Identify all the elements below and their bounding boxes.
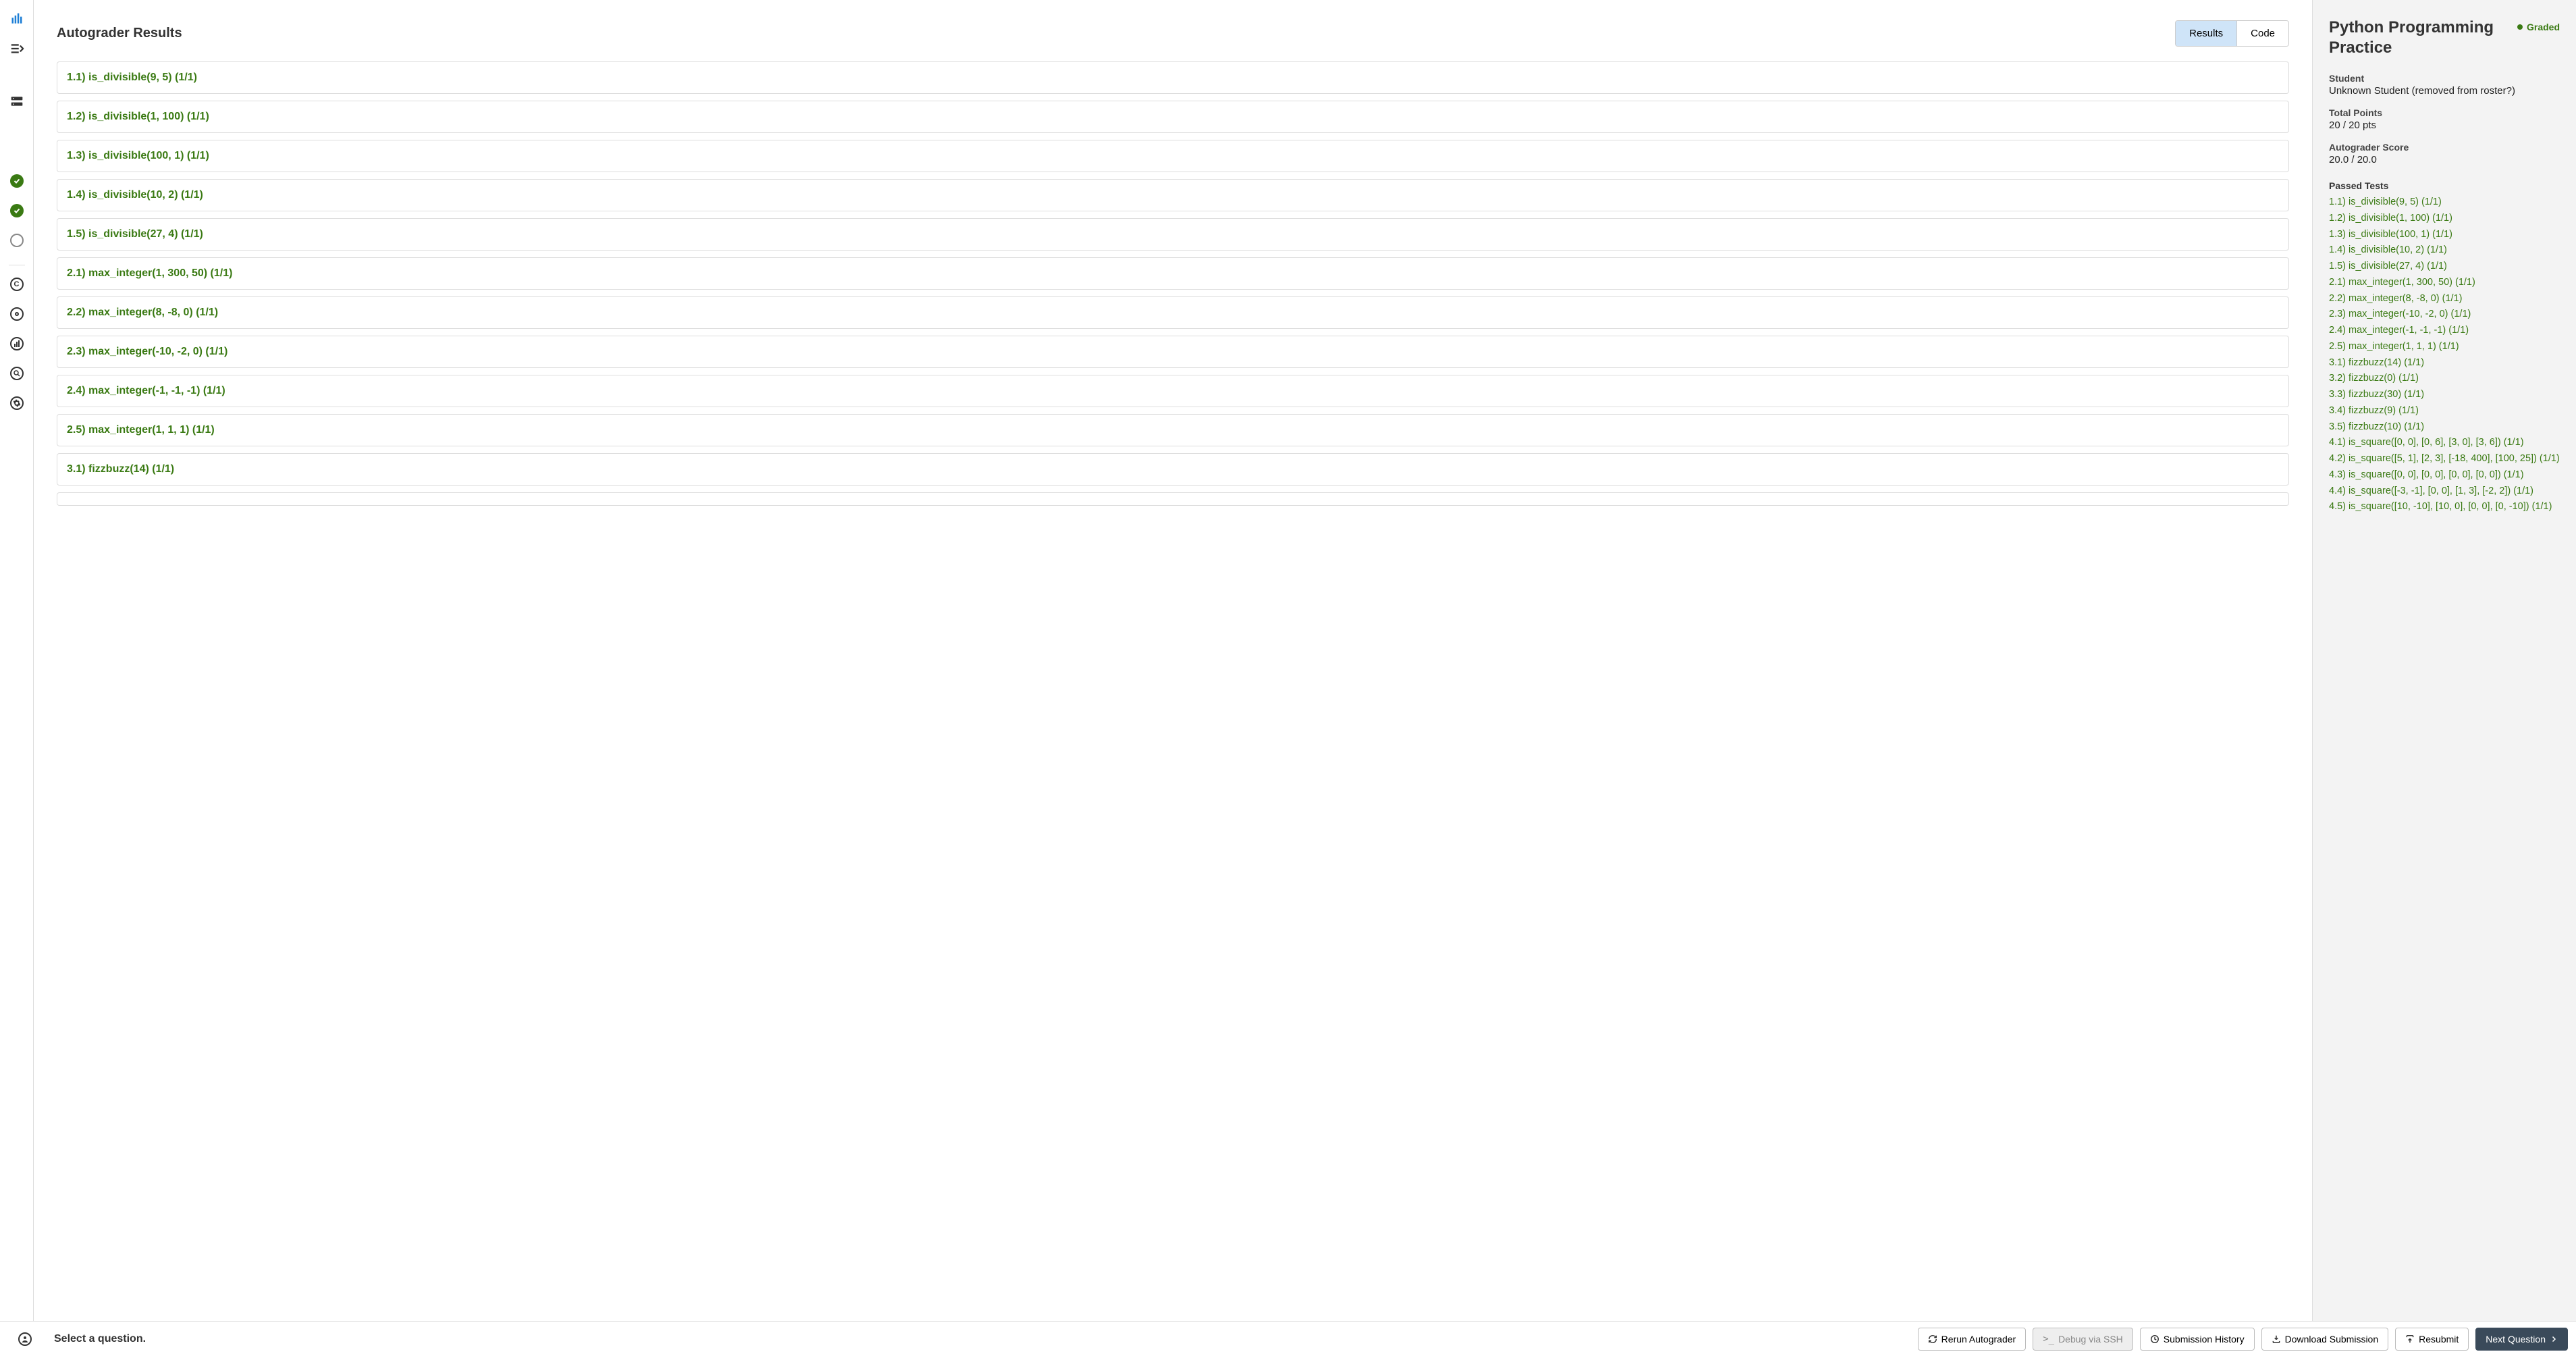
passed-test-item[interactable]: 4.5) is_square([10, -10], [10, 0], [0, 0… bbox=[2329, 500, 2560, 515]
test-item[interactable]: 1.3) is_divisible(100, 1) (1/1) bbox=[57, 140, 2289, 172]
passed-test-item[interactable]: 4.1) is_square([0, 0], [0, 6], [3, 0], [… bbox=[2329, 436, 2560, 450]
autograder-score-value: 20.0 / 20.0 bbox=[2329, 154, 2560, 165]
menu-toggle-icon[interactable] bbox=[6, 38, 28, 59]
test-list: 1.1) is_divisible(9, 5) (1/1) 1.2) is_div… bbox=[57, 61, 2289, 506]
center-column: Autograder Results Results Code 1.1) is_… bbox=[34, 0, 2313, 1356]
question-1-icon[interactable] bbox=[6, 170, 28, 192]
debug-ssh-button: >_ Debug via SSH bbox=[2033, 1328, 2133, 1351]
passed-test-item[interactable]: 4.2) is_square([5, 1], [2, 3], [-18, 400… bbox=[2329, 452, 2560, 467]
passed-test-item[interactable]: 3.4) fizzbuzz(9) (1/1) bbox=[2329, 404, 2560, 419]
search-icon[interactable] bbox=[6, 363, 28, 384]
test-item[interactable] bbox=[57, 492, 2289, 506]
refresh-icon bbox=[1928, 1334, 1937, 1344]
chevron-right-icon bbox=[2550, 1335, 2558, 1343]
passed-test-item[interactable]: 2.4) max_integer(-1, -1, -1) (1/1) bbox=[2329, 323, 2560, 338]
passed-test-item[interactable]: 3.1) fizzbuzz(14) (1/1) bbox=[2329, 356, 2560, 371]
download-submission-button[interactable]: Download Submission bbox=[2261, 1328, 2389, 1351]
points-label: Total Points bbox=[2329, 107, 2560, 118]
gear-icon[interactable] bbox=[6, 392, 28, 414]
test-item[interactable]: 1.2) is_divisible(1, 100) (1/1) bbox=[57, 101, 2289, 133]
server-icon[interactable] bbox=[6, 90, 28, 112]
status-text: Graded bbox=[2527, 22, 2560, 32]
student-value: Unknown Student (removed from roster?) bbox=[2329, 85, 2560, 97]
passed-test-item[interactable]: 3.3) fizzbuzz(30) (1/1) bbox=[2329, 388, 2560, 402]
test-item[interactable]: 3.1) fizzbuzz(14) (1/1) bbox=[57, 453, 2289, 486]
rerun-autograder-button[interactable]: Rerun Autograder bbox=[1918, 1328, 2027, 1351]
left-rail: C bbox=[0, 0, 34, 1356]
test-item[interactable]: 2.1) max_integer(1, 300, 50) (1/1) bbox=[57, 257, 2289, 290]
passed-test-item[interactable]: 1.5) is_divisible(27, 4) (1/1) bbox=[2329, 259, 2560, 274]
points-value: 20 / 20 pts bbox=[2329, 120, 2560, 131]
assignment-title: Python Programming Practice bbox=[2329, 18, 2504, 58]
tab-results[interactable]: Results bbox=[2176, 21, 2236, 46]
student-label: Student bbox=[2329, 73, 2560, 84]
target-icon[interactable] bbox=[6, 303, 28, 325]
test-item[interactable]: 2.3) max_integer(-10, -2, 0) (1/1) bbox=[57, 336, 2289, 368]
terminal-icon: >_ bbox=[2043, 1334, 2054, 1345]
footer-select-text: Select a question. bbox=[50, 1333, 1910, 1345]
autograder-score-label: Autograder Score bbox=[2329, 142, 2560, 153]
passed-test-item[interactable]: 2.2) max_integer(8, -8, 0) (1/1) bbox=[2329, 292, 2560, 307]
submission-history-button[interactable]: Submission History bbox=[2140, 1328, 2255, 1351]
passed-test-item[interactable]: 2.3) max_integer(-10, -2, 0) (1/1) bbox=[2329, 307, 2560, 322]
passed-test-item[interactable]: 4.3) is_square([0, 0], [0, 0], [0, 0], [… bbox=[2329, 468, 2560, 483]
passed-tests-label: Passed Tests bbox=[2329, 180, 2560, 191]
page-title: Autograder Results bbox=[57, 26, 182, 41]
footer-bar: Select a question. Rerun Autograder >_ D… bbox=[0, 1321, 2576, 1356]
passed-test-item[interactable]: 3.5) fizzbuzz(10) (1/1) bbox=[2329, 420, 2560, 435]
resubmit-button[interactable]: Resubmit bbox=[2395, 1328, 2469, 1351]
passed-test-item[interactable]: 2.5) max_integer(1, 1, 1) (1/1) bbox=[2329, 340, 2560, 355]
passed-test-item[interactable]: 1.4) is_divisible(10, 2) (1/1) bbox=[2329, 243, 2560, 258]
question-2-icon[interactable] bbox=[6, 200, 28, 221]
right-panel[interactable]: Python Programming Practice Graded Stude… bbox=[2313, 0, 2576, 1356]
results-scroll[interactable]: Autograder Results Results Code 1.1) is_… bbox=[34, 0, 2312, 1356]
status-badge: Graded bbox=[2517, 22, 2560, 32]
download-icon bbox=[2272, 1334, 2281, 1344]
passed-test-item[interactable]: 2.1) max_integer(1, 300, 50) (1/1) bbox=[2329, 276, 2560, 290]
test-item[interactable]: 1.4) is_divisible(10, 2) (1/1) bbox=[57, 179, 2289, 211]
tab-code[interactable]: Code bbox=[2236, 21, 2288, 46]
passed-test-item[interactable]: 1.1) is_divisible(9, 5) (1/1) bbox=[2329, 195, 2560, 210]
test-item[interactable]: 2.5) max_integer(1, 1, 1) (1/1) bbox=[57, 414, 2289, 446]
passed-test-item[interactable]: 4.4) is_square([-3, -1], [0, 0], [1, 3],… bbox=[2329, 484, 2560, 499]
status-dot-icon bbox=[2517, 24, 2523, 30]
bars-icon[interactable] bbox=[6, 8, 28, 30]
stats-icon[interactable] bbox=[6, 333, 28, 355]
copyright-icon[interactable]: C bbox=[6, 273, 28, 295]
test-item[interactable]: 2.2) max_integer(8, -8, 0) (1/1) bbox=[57, 296, 2289, 329]
passed-test-item[interactable]: 1.2) is_divisible(1, 100) (1/1) bbox=[2329, 211, 2560, 226]
question-3-icon[interactable] bbox=[6, 230, 28, 251]
view-tabs: Results Code bbox=[2175, 20, 2289, 47]
test-item[interactable]: 1.1) is_divisible(9, 5) (1/1) bbox=[57, 61, 2289, 94]
test-item[interactable]: 1.5) is_divisible(27, 4) (1/1) bbox=[57, 218, 2289, 251]
clock-icon bbox=[2150, 1334, 2159, 1344]
passed-test-item[interactable]: 3.2) fizzbuzz(0) (1/1) bbox=[2329, 371, 2560, 386]
passed-tests-list: 1.1) is_divisible(9, 5) (1/1)1.2) is_div… bbox=[2329, 195, 2560, 515]
passed-test-item[interactable]: 1.3) is_divisible(100, 1) (1/1) bbox=[2329, 228, 2560, 242]
test-item[interactable]: 2.4) max_integer(-1, -1, -1) (1/1) bbox=[57, 375, 2289, 407]
upload-icon bbox=[2405, 1334, 2415, 1344]
user-icon[interactable] bbox=[8, 1332, 42, 1346]
next-question-button[interactable]: Next Question bbox=[2475, 1328, 2568, 1351]
